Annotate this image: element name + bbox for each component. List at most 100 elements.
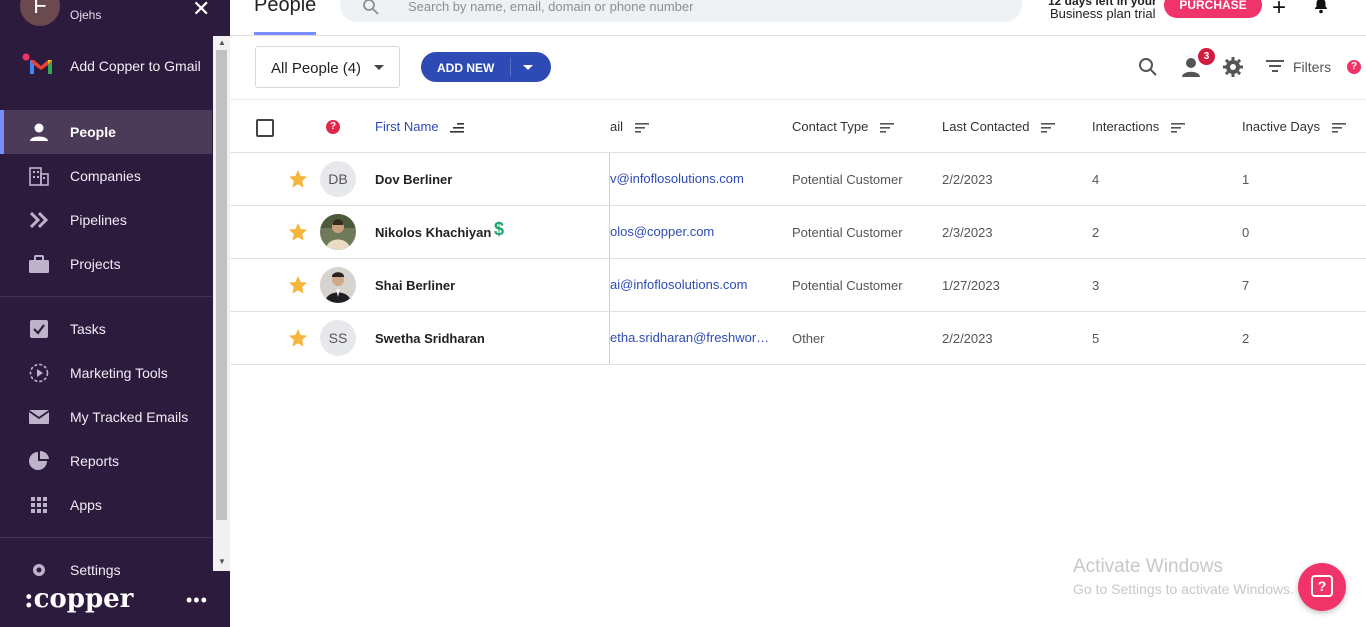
- sidebar-divider: [0, 296, 212, 297]
- sidebar-item-label: Apps: [70, 497, 102, 513]
- sidebar-item-pipelines[interactable]: Pipelines: [0, 198, 212, 242]
- scroll-down-icon[interactable]: ▼: [218, 557, 226, 566]
- chevron-down-icon: [374, 65, 384, 70]
- column-header-label: Inactive Days: [1242, 119, 1321, 134]
- activate-windows-subtitle: Go to Settings to activate Windows.: [1073, 581, 1294, 597]
- filter-icon[interactable]: [1266, 59, 1284, 73]
- contact-type-cell: Potential Customer: [792, 172, 903, 187]
- chevrons-right-icon: [29, 211, 49, 229]
- sidebar-item-label: People: [70, 124, 116, 140]
- gear-icon[interactable]: [1222, 56, 1244, 78]
- interactions-cell: 4: [1092, 172, 1100, 187]
- purchase-button[interactable]: PURCHASE: [1164, 0, 1262, 18]
- top-header: People Search by name, email, domain or …: [230, 0, 1366, 36]
- column-header-last-contacted[interactable]: Last Contacted: [942, 119, 1056, 134]
- sidebar-user-area: F Ojehs ✕: [0, 0, 230, 30]
- star-icon[interactable]: [288, 169, 308, 189]
- sidebar-item-label: Pipelines: [70, 212, 127, 228]
- column-header-label: Last Contacted: [942, 119, 1030, 134]
- add-new-label: ADD NEW: [437, 61, 495, 75]
- email-link[interactable]: ai@infoflosolutions.com: [610, 277, 775, 292]
- inactive-days-cell: 1: [1242, 172, 1250, 187]
- trial-plan-label: Business plan trial: [1050, 6, 1156, 21]
- star-icon[interactable]: [288, 222, 308, 242]
- activate-windows-title: Activate Windows: [1073, 556, 1223, 577]
- notification-count-badge: 3: [1198, 48, 1215, 65]
- help-icon[interactable]: ?: [326, 120, 340, 134]
- column-header-label: First Name: [375, 119, 439, 134]
- dollar-icon: $: [494, 219, 505, 239]
- envelope-icon: [28, 410, 50, 424]
- sort-icon: [1331, 123, 1346, 133]
- email-link[interactable]: olos@copper.com: [610, 224, 775, 239]
- sidebar-item-label: Projects: [70, 256, 121, 272]
- sidebar-item-label: Tasks: [70, 321, 106, 337]
- inactive-days-cell: 7: [1242, 278, 1250, 293]
- scrollbar-thumb[interactable]: [216, 50, 227, 520]
- sidebar-item-apps[interactable]: Apps: [0, 483, 212, 527]
- sidebar-item-label: My Tracked Emails: [70, 409, 189, 425]
- help-icon: ?: [1311, 575, 1333, 597]
- contact-type-cell: Other: [792, 331, 825, 346]
- global-search-input[interactable]: Search by name, email, domain or phone n…: [340, 0, 1022, 22]
- person-name-link[interactable]: Shai Berliner: [375, 278, 455, 293]
- sidebar-item-companies[interactable]: Companies: [0, 154, 212, 198]
- last-contacted-cell: 1/27/2023: [942, 278, 1000, 293]
- sidebar-item-tasks[interactable]: Tasks: [0, 307, 212, 351]
- table-header: ? First Name ail Contact Type Last Conta…: [230, 99, 1366, 153]
- view-selector-dropdown[interactable]: All People (4): [255, 46, 400, 88]
- search-icon[interactable]: [1138, 57, 1158, 77]
- contact-type-cell: Potential Customer: [792, 278, 903, 293]
- add-new-dropdown-icon[interactable]: [523, 65, 533, 70]
- more-options-icon[interactable]: •••: [186, 590, 208, 611]
- avatar: SS: [320, 320, 356, 356]
- sort-icon: [1170, 123, 1185, 133]
- scroll-up-icon[interactable]: ▲: [218, 38, 226, 47]
- add-new-button[interactable]: ADD NEW: [421, 52, 551, 82]
- sidebar-item-label: Reports: [70, 453, 120, 469]
- plus-icon[interactable]: +: [1272, 0, 1286, 22]
- close-icon[interactable]: ✕: [192, 0, 210, 22]
- star-icon[interactable]: [288, 275, 308, 295]
- column-header-interactions[interactable]: Interactions: [1092, 119, 1185, 134]
- star-icon[interactable]: [288, 328, 308, 348]
- sidebar-item-marketing-tools[interactable]: Marketing Tools: [0, 351, 212, 395]
- column-header-inactive-days[interactable]: Inactive Days: [1242, 119, 1346, 134]
- pie-chart-icon: [29, 451, 49, 470]
- building-icon: [29, 167, 49, 186]
- sidebar: F Ojehs ✕ Add Copper to Gmail People Com…: [0, 0, 230, 627]
- bell-icon[interactable]: [1312, 0, 1330, 14]
- help-chat-button[interactable]: ?: [1298, 563, 1346, 611]
- sidebar-item-reports[interactable]: Reports: [0, 439, 212, 483]
- select-all-checkbox[interactable]: [256, 119, 274, 137]
- column-header-contact-type[interactable]: Contact Type: [792, 119, 894, 134]
- sidebar-scrollbar[interactable]: ▲ ▼: [213, 36, 230, 571]
- sidebar-item-label: Marketing Tools: [70, 365, 168, 381]
- sidebar-item-my-tracked-emails[interactable]: My Tracked Emails: [0, 395, 212, 439]
- interactions-cell: 2: [1092, 225, 1100, 240]
- person-name-link[interactable]: Swetha Sridharan: [375, 331, 485, 346]
- table-row[interactable]: DB Dov Berliner v@infoflosolutions.com P…: [230, 153, 1366, 206]
- profile-photo: [320, 267, 356, 303]
- sidebar-item-people[interactable]: People: [0, 110, 212, 154]
- email-link[interactable]: v@infoflosolutions.com: [610, 171, 775, 186]
- sort-icon: [450, 123, 465, 133]
- page-title-underline: [254, 32, 316, 35]
- user-avatar[interactable]: F: [20, 0, 60, 26]
- sidebar-item-projects[interactable]: Projects: [0, 242, 212, 286]
- help-icon[interactable]: ?: [1347, 60, 1361, 74]
- briefcase-icon: [29, 255, 49, 273]
- sidebar-divider: [0, 537, 212, 538]
- table-row[interactable]: SS Swetha Sridharan etha.sridharan@fresh…: [230, 312, 1366, 365]
- table-row[interactable]: Shai Berliner ai@infoflosolutions.com Po…: [230, 259, 1366, 312]
- filters-button[interactable]: Filters: [1293, 59, 1331, 75]
- interactions-cell: 3: [1092, 278, 1100, 293]
- column-header-label: Interactions: [1092, 119, 1160, 134]
- person-name-link[interactable]: Dov Berliner: [375, 172, 452, 187]
- email-link[interactable]: etha.sridharan@freshworks.com: [610, 330, 775, 345]
- table-row[interactable]: Nikolos Khachiyan $ olos@copper.com Pote…: [230, 206, 1366, 259]
- column-header-first-name[interactable]: First Name: [375, 119, 465, 134]
- column-header-email[interactable]: ail: [610, 119, 649, 134]
- person-name-link[interactable]: Nikolos Khachiyan: [375, 225, 491, 240]
- add-copper-to-gmail[interactable]: Add Copper to Gmail: [0, 46, 212, 86]
